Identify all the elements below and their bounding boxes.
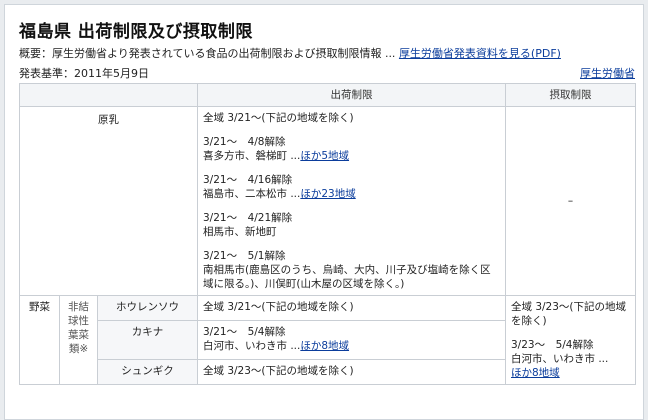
intake-header: 摂取制限 xyxy=(505,83,636,107)
header-row: 出荷制限 摂取制限 xyxy=(19,83,636,107)
intake-date: 3/23～ 5/4解除 xyxy=(511,339,594,351)
table-row-spinach: 野菜 非結球性葉菜類※ ホウレンソウ 全域 3/21～(下記の地域を除く) 全域… xyxy=(19,295,636,385)
more-regions-link[interactable]: ほか8地域 xyxy=(300,340,349,352)
corner-cell xyxy=(19,83,198,107)
milk-entry-places: 福島市、二本松市 ...ほか23地域 xyxy=(203,188,356,200)
more-regions-link[interactable]: ほか23地域 xyxy=(300,188,355,200)
table-row-milk: 原乳 全域 3/21～(下記の地域を除く) 3/21～ 4/8解除 喜多方市、磐… xyxy=(19,106,636,296)
summary-text: 概要：厚生労働省より発表されている食品の出荷制限および摂取制限情報 ... xyxy=(19,47,396,60)
vegetable-group: 野菜 xyxy=(19,295,60,385)
shipping-header: 出荷制限 xyxy=(197,83,506,107)
basis-line: 発表基準：2011年5月9日 厚生労働省 xyxy=(19,65,635,81)
summary-line: 概要：厚生労働省より発表されている食品の出荷制限および摂取制限情報 ... 厚生… xyxy=(19,45,561,61)
basis-date: 発表基準：2011年5月9日 xyxy=(19,67,149,80)
intake-all-area: 全域 3/23～(下記の地域を除く) xyxy=(511,301,627,327)
item-name: シュンギク xyxy=(97,359,198,385)
main-panel: 福島県 出荷制限及び摂取制限 概要：厚生労働省より発表されている食品の出荷制限お… xyxy=(4,4,644,420)
page-title: 福島県 出荷制限及び摂取制限 xyxy=(19,22,253,42)
item-shipping: 全域 3/23～(下記の地域を除く) xyxy=(197,359,506,385)
restriction-table: 出荷制限 摂取制限 原乳 全域 3/21～(下記の地域を除く) 3/21～ 4/… xyxy=(19,83,636,385)
intake-places: 白河市、いわき市 ... xyxy=(511,353,609,365)
milk-shipping-cell: 全域 3/21～(下記の地域を除く) 3/21～ 4/8解除 喜多方市、磐梯町 … xyxy=(197,106,506,296)
pdf-link[interactable]: 厚生労働省発表資料を見る(PDF) xyxy=(399,47,561,60)
milk-intake-cell: – xyxy=(505,106,636,296)
milk-entry-date: 3/21～ 4/21解除 xyxy=(203,212,293,224)
item-name: カキナ xyxy=(97,319,198,361)
item-name: ホウレンソウ xyxy=(97,295,198,321)
milk-entry-date: 3/21～ 5/1解除 xyxy=(203,250,286,262)
milk-entry-places: 喜多方市、磐梯町 ...ほか5地域 xyxy=(203,150,350,162)
source-link[interactable]: 厚生労働省 xyxy=(580,65,635,81)
milk-entry-places: 相馬市、新地町 xyxy=(203,226,277,238)
milk-label: 原乳 xyxy=(19,106,198,296)
item-shipping: 3/21～ 5/4解除 白河市、いわき市 ...ほか8地域 xyxy=(197,319,506,361)
milk-entry-date: 3/21～ 4/16解除 xyxy=(203,174,293,186)
milk-entry-places: 南相馬市(鹿島区のうち、烏崎、大内、川子及び塩崎を除く区域に限る。)、川俣町(山… xyxy=(203,264,491,290)
item-shipping: 全域 3/21～(下記の地域を除く) xyxy=(197,295,506,321)
vegetable-subgroup: 非結球性葉菜類※ xyxy=(59,295,98,385)
milk-all-area: 全域 3/21～(下記の地域を除く) xyxy=(203,112,354,124)
vegetable-intake-cell: 全域 3/23～(下記の地域を除く) 3/23～ 5/4解除 白河市、いわき市 … xyxy=(505,295,636,385)
more-regions-link[interactable]: ほか5地域 xyxy=(300,150,349,162)
milk-entry-date: 3/21～ 4/8解除 xyxy=(203,136,286,148)
more-regions-link[interactable]: ほか8地域 xyxy=(511,367,560,379)
